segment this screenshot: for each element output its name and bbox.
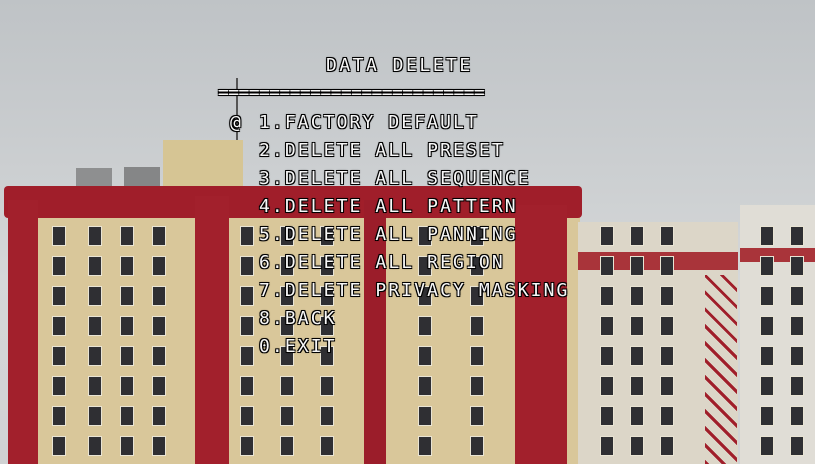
selection-cursor: @ [230, 112, 241, 133]
menu-item-back[interactable]: 8.BACK [259, 308, 337, 329]
menu-item-delete-all-pattern[interactable]: 4.DELETE ALL PATTERN [259, 196, 518, 217]
menu-item-delete-all-panning[interactable]: 5.DELETE ALL PANNING [259, 224, 518, 245]
menu-item-delete-privacy-masking[interactable]: 7.DELETE PRIVACY MASKING [259, 280, 570, 301]
menu-item-delete-all-region[interactable]: 6.DELETE ALL REGION [259, 252, 505, 273]
menu-item-factory-default[interactable]: 1.FACTORY DEFAULT [259, 112, 479, 133]
menu-separator: ========================== [218, 82, 485, 103]
menu-item-delete-all-sequence[interactable]: 3.DELETE ALL SEQUENCE [259, 168, 531, 189]
menu-item-exit[interactable]: 0.EXIT [259, 336, 337, 357]
osd-menu: DATA DELETE ========================== @… [0, 0, 815, 464]
menu-item-delete-all-preset[interactable]: 2.DELETE ALL PRESET [259, 140, 505, 161]
camera-video-frame: DATA DELETE ========================== @… [0, 0, 815, 464]
menu-title: DATA DELETE [326, 55, 473, 76]
